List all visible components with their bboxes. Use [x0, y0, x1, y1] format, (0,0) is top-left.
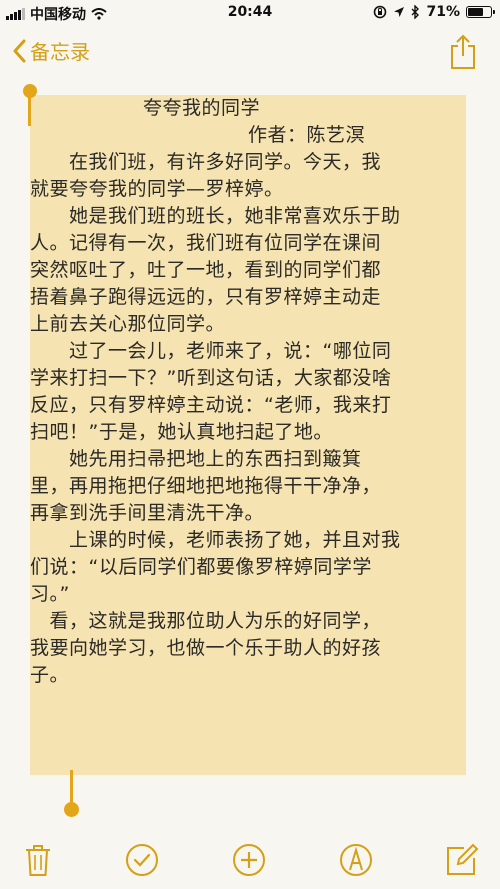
nav-bar: 备忘录: [0, 26, 500, 80]
add-icon[interactable]: [231, 842, 267, 878]
back-button[interactable]: 备忘录: [12, 36, 90, 65]
note-line: 她是我们班的班长，她非常喜欢乐于助: [30, 205, 401, 227]
bluetooth-icon: [411, 5, 420, 19]
markup-icon[interactable]: [338, 842, 374, 878]
trash-icon[interactable]: [20, 842, 56, 878]
chevron-left-icon: [13, 39, 26, 62]
battery-icon: [466, 6, 495, 18]
note-line: 子。: [30, 664, 70, 686]
note-line: 再拿到洗手间里清洗干净。: [30, 502, 265, 524]
note-line: 就要夸夸我的同学—罗梓婷。: [30, 178, 284, 200]
share-icon[interactable]: [448, 34, 478, 70]
note-line: 捂着鼻子跑得远远的，只有罗梓婷主动走: [30, 286, 382, 308]
note-line: 过了一会儿，老师来了，说：“哪位同: [30, 340, 392, 362]
note-line: 学来打扫一下？”听到这句话，大家都没啥: [30, 367, 392, 389]
status-right: 71%: [373, 4, 495, 20]
selection-end-handle[interactable]: [64, 770, 79, 820]
note-line: 看，这就是我那位助人为乐的好同学，: [30, 610, 382, 632]
bottom-toolbar: [0, 840, 500, 884]
compose-icon[interactable]: [444, 842, 480, 878]
location-icon: [394, 7, 405, 17]
note-line: 习。”: [30, 583, 70, 605]
note-text[interactable]: 夸夸我的同学 作者：陈艺溟 在我们班，有许多好同学。今天，我 就要夸夸我的同学—…: [30, 95, 470, 689]
note-title: 夸夸我的同学: [143, 97, 261, 119]
note-line: 里，再用拖把仔细地把地拖得干干净净，: [30, 475, 382, 497]
note-line: 扫吧！”于是，她认真地扫起了地。: [30, 421, 333, 443]
note-line: 她先用扫帚把地上的东西扫到簸箕: [30, 448, 362, 470]
battery-percent: 71%: [426, 4, 460, 20]
note-line: 们说：“以后同学们都要像罗梓婷同学学: [30, 556, 372, 578]
note-line: 我要向她学习，也做一个乐于助人的好孩: [30, 637, 382, 659]
note-line: 上课的时候，老师表扬了她，并且对我: [30, 529, 401, 551]
note-line: 上前去关心那位同学。: [30, 313, 226, 335]
status-bar: 中国移动 20:44 71%: [0, 0, 500, 26]
note-line: 在我们班，有许多好同学。今天，我: [30, 151, 382, 173]
note-author: 作者：陈艺溟: [248, 124, 366, 146]
note-line: 突然呕吐了，吐了一地，看到的同学们都: [30, 259, 382, 281]
note-line: 人。记得有一次，我们班有位同学在课间: [30, 232, 382, 254]
back-label: 备忘录: [30, 40, 90, 64]
checklist-icon[interactable]: [124, 842, 160, 878]
note-line: 反应，只有罗梓婷主动说：“老师，我来打: [30, 394, 392, 416]
orientation-lock-icon: [374, 5, 387, 19]
